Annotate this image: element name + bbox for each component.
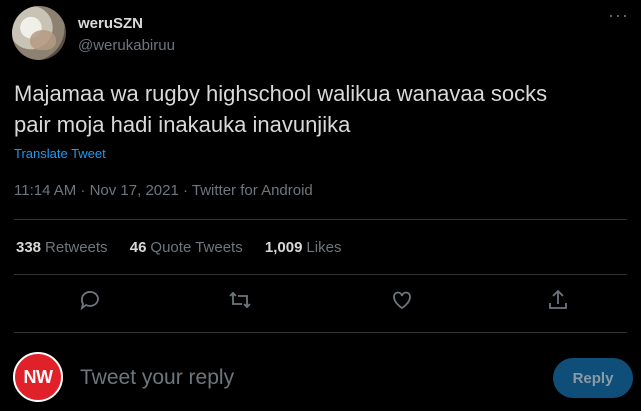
tweet-text-line: Majamaa wa rugby highschool walikua wana…: [14, 81, 548, 106]
author-handle[interactable]: @werukabiruu: [78, 37, 175, 54]
author-name[interactable]: weruSZN: [78, 15, 143, 32]
divider: [14, 332, 627, 333]
tweet-text: Majamaa wa rugby highschool walikua wana…: [14, 78, 624, 140]
divider: [14, 219, 627, 220]
likes-stat[interactable]: 1,009 Likes: [265, 239, 342, 256]
quotes-label: Quote Tweets: [150, 239, 243, 256]
reply-icon[interactable]: [78, 288, 102, 312]
likes-label: Likes: [306, 239, 342, 256]
more-options-icon[interactable]: ···: [608, 6, 629, 24]
share-icon[interactable]: [546, 288, 570, 312]
retweets-stat[interactable]: 338 Retweets: [16, 239, 108, 256]
author-avatar[interactable]: [12, 6, 66, 60]
tweet-meta[interactable]: 11:14 AM · Nov 17, 2021 · Twitter for An…: [14, 182, 313, 199]
retweets-label: Retweets: [45, 239, 108, 256]
divider: [14, 274, 627, 275]
reply-button[interactable]: Reply: [553, 358, 633, 398]
tweet-actions: [0, 288, 641, 318]
retweets-count: 338: [16, 239, 42, 256]
tweet-stats: 338 Retweets 46 Quote Tweets 1,009 Likes: [16, 239, 359, 256]
translate-tweet-link[interactable]: Translate Tweet: [14, 146, 106, 161]
heart-icon[interactable]: [390, 288, 414, 312]
quotes-stat[interactable]: 46 Quote Tweets: [130, 239, 243, 256]
tweet-header: weruSZN @werukabiruu: [12, 6, 641, 62]
reply-input[interactable]: Tweet your reply: [80, 366, 234, 390]
tweet-text-line: pair moja hadi inakauka inavunjika: [14, 112, 351, 137]
reply-composer: NW Tweet your reply Reply: [0, 348, 641, 408]
user-avatar[interactable]: NW: [13, 352, 63, 402]
quotes-count: 46: [129, 239, 147, 256]
likes-count: 1,009: [264, 239, 303, 256]
retweet-icon[interactable]: [228, 288, 252, 312]
